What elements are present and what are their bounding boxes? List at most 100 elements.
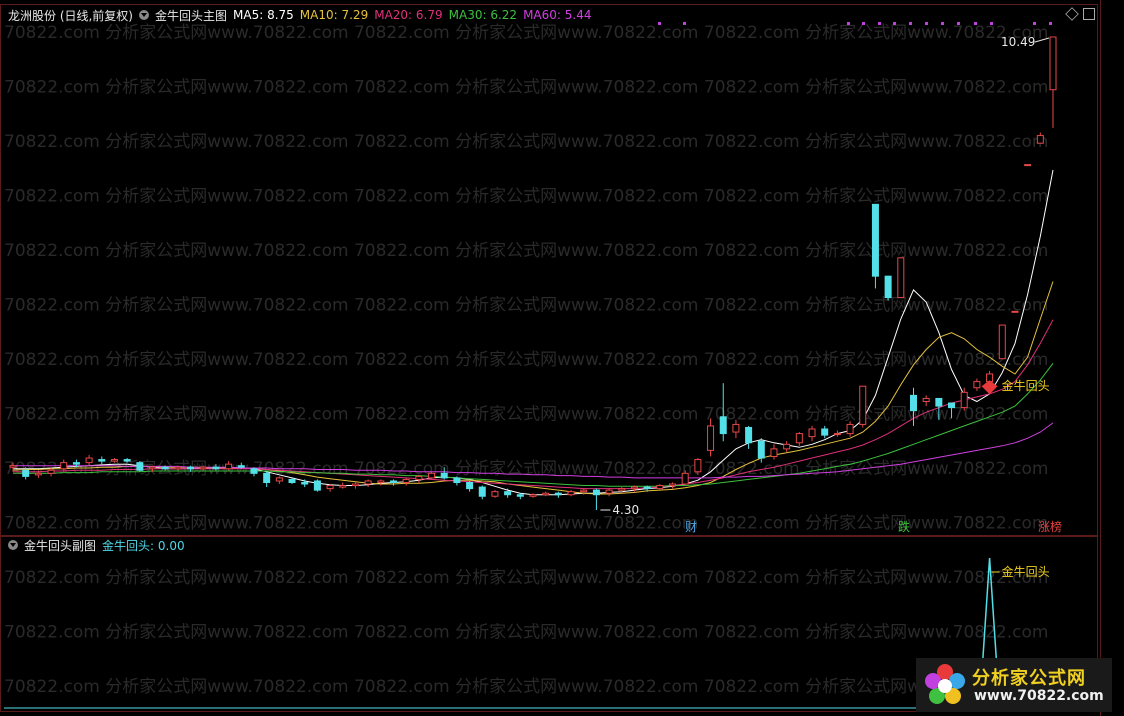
candle-body [161,466,169,470]
candle-body [808,428,816,438]
signal-marker [957,22,960,25]
ma30-value: MA30: 6.22 [448,8,518,22]
candle-body [630,486,638,490]
candle-body [478,486,486,497]
signal-marker [658,22,661,25]
candle-body [466,481,474,490]
candle-body [960,391,968,409]
signal-label: 金牛回头 [1002,378,1050,393]
candle-body [364,480,372,485]
candle-body [859,385,867,425]
candle-body [453,477,461,483]
candle-body [275,477,283,482]
candle-body [973,381,981,389]
candle-body [846,423,854,435]
watermark-text: 70822.com 分析家公式网www.70822.com 70822.com … [4,187,1048,207]
candle-body [1024,164,1032,167]
signal-marker [1033,22,1036,25]
candle-body [149,466,157,470]
candle-body [821,428,829,436]
candle-body [529,494,537,497]
candle-body [833,433,841,436]
candle-body [72,462,80,465]
candle-body [542,492,550,496]
watermark-text: 70822.com 分析家公式网www.70822.com 70822.com … [4,350,1048,370]
candle-body [567,491,575,496]
watermark-text: 70822.com 分析家公式网www.70822.com 70822.com … [4,623,1048,643]
candle-body [98,459,106,462]
candle-body [428,472,436,479]
watermark-text: 70822.com 分析家公式网www.70822.com 70822.com … [4,23,1048,43]
ma60-value: MA60: 5.44 [523,8,592,22]
candle-body [110,459,118,462]
sub-indicator-value: 金牛回头: 0.00 [102,538,185,553]
watermark-text: 70822.com 分析家公式网www.70822.com 70822.com … [4,514,1048,534]
watermark-text: 70822.com 分析家公式网www.70822.com 70822.com … [4,568,1048,588]
candle-body [415,475,423,480]
candle-body [795,433,803,444]
candle-body [935,397,943,407]
candle-body [440,472,448,479]
candle-body [669,483,677,487]
candlestick-chart[interactable]: 70822.com 分析家公式网www.70822.com 70822.com … [0,0,1124,716]
sub-indicator-name[interactable]: 金牛回头副图 [24,537,96,554]
candle-body [504,491,512,496]
candle-body [681,472,689,485]
candle-body [656,485,664,490]
candle-body [263,472,271,483]
flower-logo-icon [925,664,965,704]
candle-body [301,481,309,485]
signal-marker [925,22,928,25]
candle-body [237,465,245,468]
sub-header: 金牛回头副图 金牛回头: 0.00 [8,537,185,553]
indicator-menu-icon[interactable] [139,10,149,20]
watermark-text: 70822.com 分析家公式网www.70822.com 70822.com … [4,677,1048,697]
event-label: 涨榜 [1038,519,1062,534]
candle-body [34,472,42,476]
event-label: 跌 [898,519,910,534]
ma10-value: MA10: 7.29 [299,8,369,22]
candle-body [871,203,879,277]
high-price-label: 10.49 [1001,35,1035,49]
signal-marker [683,22,686,25]
candle-body [85,457,93,464]
candle-body [897,257,905,299]
candle-body [136,462,144,471]
candle-body [199,466,207,470]
candle-body [745,426,753,444]
ma-line-ma5 [13,169,1054,496]
candle-body [288,478,296,483]
candle-body [1036,135,1044,144]
candle-body [174,466,182,470]
candle-body [618,488,626,491]
candle-body [402,478,410,483]
sub-indicator-menu-icon[interactable] [8,540,18,550]
candle-body [643,486,651,490]
candle-body [389,480,397,483]
watermark-text: 70822.com 分析家公式网www.70822.com 70822.com … [4,132,1048,152]
candle-body [783,443,791,450]
candle-body [9,465,17,468]
candle-body [47,469,55,474]
candle-body [250,468,258,474]
candle-body [1011,310,1019,313]
maximize-icon[interactable] [1083,8,1095,20]
candle-body [377,480,385,483]
signal-marker [847,22,850,25]
candle-body [339,485,347,488]
candle-body [22,469,30,477]
stock-title[interactable]: 龙洲股份 (日线,前复权) [8,7,133,24]
logo-url: www.70822.com [974,688,1104,704]
candle-body [719,416,727,435]
candle-body [212,466,220,470]
signal-marker [990,22,993,25]
sub-signal-label: 金牛回头 [1002,564,1050,579]
candle-body [770,448,778,458]
watermark-text: 70822.com 分析家公式网www.70822.com 70822.com … [4,296,1048,316]
ma5-value: MA5: 8.75 [233,8,294,22]
candle-body [326,485,334,490]
candle-body [922,397,930,402]
candle-body [948,402,956,409]
candle-body [732,423,740,433]
main-indicator-name[interactable]: 金牛回头主图 [155,7,227,24]
